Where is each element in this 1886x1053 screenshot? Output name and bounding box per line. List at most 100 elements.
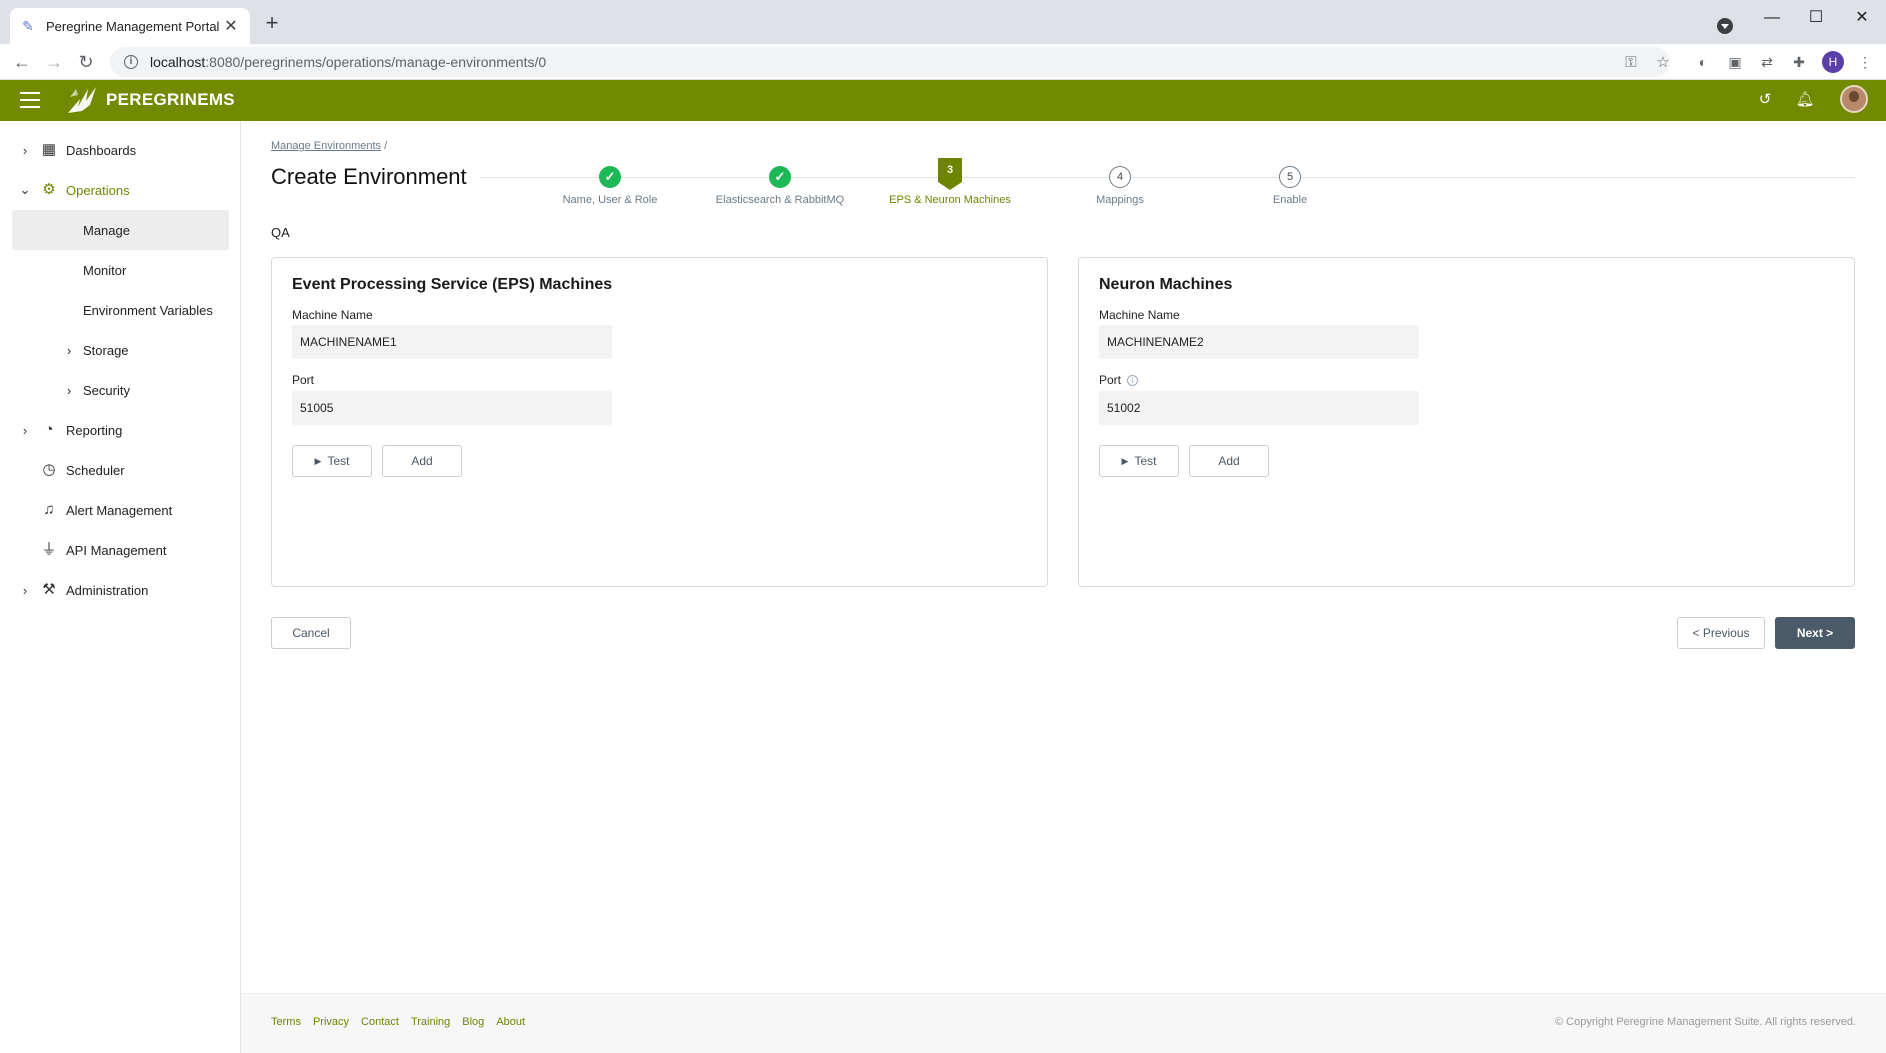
browser-menu-icon[interactable]: ⋮ [1856, 53, 1874, 71]
bookmark-star-icon[interactable]: ☆ [1654, 54, 1672, 72]
sidebar-item-operations[interactable]: ⌄ ⚙ Operations [0, 170, 241, 210]
step-label: Name, User & Role [562, 194, 658, 206]
footer-link-privacy[interactable]: Privacy [313, 1016, 349, 1028]
sidebar-item-dashboards[interactable]: › ▦ Dashboards [0, 130, 241, 170]
plug-icon: ⏚ [41, 541, 57, 558]
sidebar-item-security[interactable]: › Security [12, 370, 229, 410]
dashboard-icon: ▦ [41, 141, 57, 158]
sidebar-item-administration[interactable]: › ⚒ Administration [0, 570, 241, 610]
back-arrow-icon[interactable]: ← [10, 50, 34, 74]
machine-name-label: Machine Name [1099, 308, 1180, 322]
play-icon: ▶ [1121, 455, 1129, 466]
step-enable[interactable]: 5 Enable [1200, 166, 1380, 206]
sidebar-item-environment-variables[interactable]: Environment Variables [12, 290, 229, 330]
footer-link-terms[interactable]: Terms [271, 1016, 301, 1028]
previous-button[interactable]: < Previous [1677, 617, 1765, 649]
step-elasticsearch-rabbitmq[interactable]: ✓ Elasticsearch & RabbitMQ [690, 166, 870, 206]
close-window-button[interactable]: ✕ [1850, 6, 1874, 30]
port-label: Port [1099, 373, 1122, 387]
sidebar-item-alert-management[interactable]: ♫ Alert Management [0, 490, 241, 530]
step-eps-neuron-machines[interactable]: 3 EPS & Neuron Machines [860, 158, 1040, 206]
extension-t-icon[interactable]: ▣ [1726, 53, 1744, 71]
url-path: :8080/peregrinems/operations/manage-envi… [205, 54, 547, 70]
sidebar-item-label: Manage [83, 222, 130, 238]
sidebar-item-api-management[interactable]: ⏚ API Management [0, 530, 241, 570]
key-icon[interactable]: ⚿ [1622, 54, 1640, 72]
step-name-user-role[interactable]: ✓ Name, User & Role [520, 166, 700, 206]
notifications-bell-icon[interactable]: 🔔︎ [1795, 90, 1815, 110]
step-number: 4 [1109, 166, 1131, 188]
sidebar-item-label: Administration [66, 582, 149, 598]
site-info-icon[interactable]: i [124, 55, 138, 69]
step-number: 5 [1279, 166, 1301, 188]
breadcrumb-link-manage-environments[interactable]: Manage Environments [271, 140, 381, 152]
new-tab-button[interactable]: + [260, 12, 284, 36]
neuron-port-input[interactable] [1099, 391, 1419, 425]
minimize-button[interactable]: — [1760, 6, 1784, 30]
wrench-icon: ⚒ [42, 581, 56, 598]
eps-test-button[interactable]: ▶ Test [292, 445, 372, 477]
app-logo[interactable]: PEREGRINEMS [66, 84, 235, 116]
sidebar-item-manage[interactable]: Manage [12, 210, 229, 250]
tab-close-button[interactable]: ✕ [222, 16, 240, 36]
sidebar-item-storage[interactable]: › Storage [12, 330, 229, 370]
extensions-puzzle-icon[interactable]: ✚ [1790, 53, 1808, 71]
sidebar-item-label: Alert Management [66, 502, 173, 518]
info-icon[interactable]: i [1127, 375, 1139, 387]
neuron-test-button[interactable]: ▶ Test [1099, 445, 1179, 477]
peregrine-favicon-icon: ✎ [22, 18, 34, 34]
step-mappings[interactable]: 4 Mappings [1030, 166, 1210, 206]
forward-arrow-icon[interactable]: → [42, 50, 66, 74]
step-label: Elasticsearch & RabbitMQ [715, 194, 845, 206]
eps-add-button[interactable]: Add [382, 445, 462, 477]
step-label: Mappings [1096, 194, 1144, 206]
sidebar-item-reporting[interactable]: › ◔ Reporting [0, 410, 241, 450]
url-host: localhost [150, 54, 206, 70]
footer-link-training[interactable]: Training [411, 1016, 450, 1028]
footer: Terms Privacy Contact Training Blog Abou… [241, 993, 1886, 1053]
extension-arrows-icon[interactable]: ⇄ [1758, 53, 1776, 71]
neuron-add-button[interactable]: Add [1189, 445, 1269, 477]
neuron-machine-name-input[interactable] [1099, 325, 1419, 359]
browser-profile-avatar[interactable]: H [1822, 51, 1844, 73]
play-icon: ▶ [314, 455, 322, 466]
maximize-button[interactable]: ☐ [1804, 6, 1828, 30]
chevron-right-icon: › [22, 422, 28, 438]
next-button[interactable]: Next > [1775, 617, 1855, 649]
port-label: Port [292, 373, 315, 387]
eps-machine-name-input[interactable] [292, 325, 612, 359]
clock-icon: ◷ [42, 461, 56, 478]
url-field[interactable]: i localhost:8080/peregrinems/operations/… [110, 47, 1670, 77]
sidebar-item-label: Scheduler [66, 462, 125, 478]
bell-icon: ♫ [43, 501, 55, 518]
sidebar-item-monitor[interactable]: Monitor [12, 250, 229, 290]
step-label: Enable [1272, 194, 1308, 206]
logo-text: PEREGRINEMS [106, 90, 235, 109]
eps-machines-card: Event Processing Service (EPS) Machines … [271, 257, 1048, 587]
user-avatar[interactable] [1840, 85, 1868, 113]
extension-circle-icon[interactable]: ◐ [1694, 53, 1712, 71]
sidebar-item-scheduler[interactable]: ◷ Scheduler [0, 450, 241, 490]
browser-tab-bar: ✎ Peregrine Management Portal ✕ + — ☐ ✕ [0, 0, 1886, 44]
history-icon[interactable]: ↺ [1755, 90, 1775, 110]
reporting-icon: ◔ [44, 421, 54, 438]
tab-search-icon[interactable] [1717, 18, 1733, 34]
tab-title: Peregrine Management Portal [46, 18, 220, 34]
footer-link-blog[interactable]: Blog [462, 1016, 484, 1028]
sidebar: › ▦ Dashboards ⌄ ⚙ Operations Manage Mon… [0, 121, 241, 1053]
chevron-right-icon: › [66, 342, 72, 358]
footer-link-about[interactable]: About [496, 1016, 525, 1028]
eps-port-input[interactable] [292, 391, 612, 425]
sidebar-item-label: API Management [66, 542, 167, 558]
chevron-right-icon: › [66, 382, 72, 398]
button-label: Test [327, 454, 350, 468]
sidebar-item-label: Operations [66, 182, 130, 198]
footer-link-contact[interactable]: Contact [361, 1016, 399, 1028]
cancel-button[interactable]: Cancel [271, 617, 351, 649]
reload-icon[interactable]: ↻ [74, 50, 98, 74]
sidebar-item-label: Storage [83, 342, 129, 358]
address-bar-row: ← → ↻ i localhost:8080/peregrinems/opera… [0, 44, 1886, 80]
browser-tab[interactable]: ✎ Peregrine Management Portal ✕ [10, 8, 250, 44]
breadcrumb: Manage Environments / [271, 140, 387, 152]
hamburger-menu-icon[interactable] [20, 92, 40, 108]
